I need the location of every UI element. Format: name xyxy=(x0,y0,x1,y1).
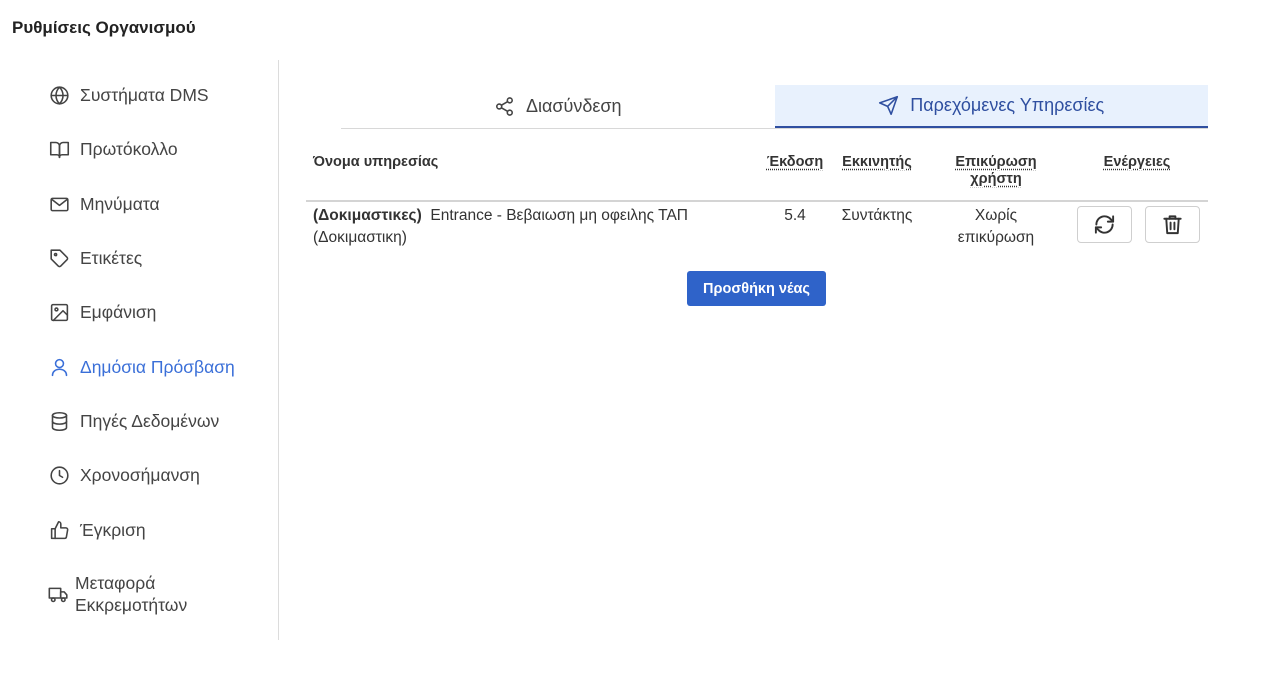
sidebar-item-label: Έγκριση xyxy=(80,519,146,540)
service-name-text-line2: (Δοκιμαστικη) xyxy=(313,229,407,246)
tab-provided-services[interactable]: Παρεχόμενες Υπηρεσίες xyxy=(774,85,1208,128)
sidebar-item-label: Μηνύματα xyxy=(80,193,160,214)
sidebar-item-label: Μεταφορά Εκκρεμοτήτων xyxy=(75,573,188,615)
book-icon xyxy=(48,138,70,160)
sidebar-item-pending-transfer[interactable]: Μεταφορά Εκκρεμοτήτων xyxy=(48,572,218,616)
image-icon xyxy=(48,301,70,323)
tab-bar: Διασύνδεση Παρεχόμενες Υπηρεσίες xyxy=(341,85,1208,129)
refresh-icon xyxy=(1094,215,1115,234)
tag-icon xyxy=(48,247,70,269)
service-version-cell: 5.4 xyxy=(784,207,806,224)
sidebar-item-appearance[interactable]: Εμφάνιση xyxy=(48,301,156,323)
header-divider xyxy=(306,200,1208,202)
column-header-actions: Ενέργειες xyxy=(1103,154,1171,170)
refresh-button[interactable] xyxy=(1077,206,1132,243)
auth-line: Χωρίς xyxy=(974,207,1018,224)
service-name-cell: (Δοκιμαστικες) Entrance - Βεβαιωση μη οφ… xyxy=(313,205,753,249)
service-name-text: Entrance - Βεβαιωση μη οφειλης ΤΑΠ xyxy=(430,207,688,224)
truck-icon xyxy=(48,583,69,605)
sidebar-item-label: Εμφάνιση xyxy=(80,301,157,322)
sidebar-item-label: Ετικέτες xyxy=(80,247,143,268)
sidebar-item-tags[interactable]: Ετικέτες xyxy=(48,247,142,269)
add-new-button[interactable]: Προσθήκη νέας xyxy=(687,271,826,306)
send-icon xyxy=(878,95,900,117)
user-icon xyxy=(48,356,70,378)
auth-line: επικύρωση xyxy=(957,229,1035,246)
sidebar-item-approval[interactable]: Έγκριση xyxy=(48,519,146,541)
sidebar-item-label: Χρονοσήμανση xyxy=(80,464,200,485)
sidebar-item-label: Πηγές Δεδομένων xyxy=(80,410,220,431)
sidebar-item-public-access[interactable]: Δημόσια Πρόσβαση xyxy=(48,356,235,378)
page-title: Ρυθμίσεις Οργανισμού xyxy=(12,18,196,37)
sidebar-item-timestamping[interactable]: Χρονοσήμανση xyxy=(48,464,200,486)
header-line: χρήστη xyxy=(970,171,1022,187)
delete-button[interactable] xyxy=(1145,206,1200,243)
column-header-name: Όνομα υπηρεσίας xyxy=(313,154,439,170)
column-header-version: Έκδοση xyxy=(766,154,824,170)
tab-label: Παρεχόμενες Υπηρεσίες xyxy=(910,95,1105,115)
sidebar-item-label: Δημόσια Πρόσβαση xyxy=(80,356,235,377)
sidebar-item-messages[interactable]: Μηνύματα xyxy=(48,193,160,215)
service-name-prefix: (Δοκιμαστικες) xyxy=(313,207,422,224)
tab-label: Διασύνδεση xyxy=(525,96,622,116)
column-header-initiator: Εκκινητής xyxy=(842,154,912,170)
tab-connection[interactable]: Διασύνδεση xyxy=(341,85,775,128)
thumbs-up-icon xyxy=(48,519,70,541)
settings-sidebar: Συστήματα DMS Πρωτόκολλο Μηνύματα Ετικέτ… xyxy=(0,60,279,640)
clock-icon xyxy=(48,464,70,486)
trash-icon xyxy=(1163,215,1182,235)
sidebar-item-label: Πρωτόκολλο xyxy=(80,138,178,159)
sidebar-item-dms-systems[interactable]: Συστήματα DMS xyxy=(48,84,209,106)
header-line: Επικύρωση xyxy=(955,154,1037,170)
sidebar-item-protocol[interactable]: Πρωτόκολλο xyxy=(48,138,178,160)
database-icon xyxy=(48,410,70,432)
globe-icon xyxy=(48,84,70,106)
column-header-user-auth: Επικύρωση χρήστη xyxy=(946,154,1046,188)
sidebar-item-label: Συστήματα DMS xyxy=(80,84,209,105)
service-initiator-cell: Συντάκτης xyxy=(841,207,913,224)
share-icon xyxy=(494,96,516,118)
sidebar-item-data-sources[interactable]: Πηγές Δεδομένων xyxy=(48,410,219,432)
service-auth-cell: Χωρίς επικύρωση xyxy=(946,205,1046,249)
mail-icon xyxy=(48,193,70,215)
